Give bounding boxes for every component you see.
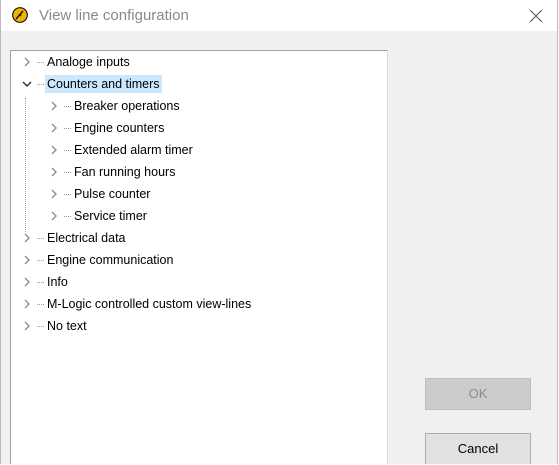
close-icon [529,9,543,23]
chevron-right-icon[interactable] [47,99,61,113]
chevron-right-icon[interactable] [20,297,34,311]
tree-item-label: M-Logic controlled custom view-lines [47,297,252,311]
tree-connector [37,303,44,305]
tree-connector [64,127,71,129]
window-title: View line configuration [39,7,189,24]
tree-connector [64,105,71,107]
tree-item-label: Fan running hours [74,165,176,179]
tree-item-label: Pulse counter [74,187,151,201]
tree-connector [64,149,71,151]
chevron-right-icon[interactable] [47,209,61,223]
tree-item-service-timer[interactable]: Service timer [47,206,149,226]
tree-item-label: Breaker operations [74,99,180,113]
tree-guide-line [25,98,26,232]
tree-connector [37,325,44,327]
tree-connector [37,61,44,63]
tree-item-label: Analoge inputs [47,55,130,69]
tree-item-label: Service timer [74,209,147,223]
chevron-down-icon[interactable] [20,77,34,91]
chevron-right-icon[interactable] [47,121,61,135]
chevron-right-icon[interactable] [20,231,34,245]
tree-item-label: Info [47,275,68,289]
tree-item-extended-alarm-timer[interactable]: Extended alarm timer [47,140,195,160]
tree-item-label: Counters and timers [45,75,162,93]
tree-item-pulse-counter[interactable]: Pulse counter [47,184,152,204]
tree-connector [37,281,44,283]
tree-item-engine-counters[interactable]: Engine counters [47,118,166,138]
tree-item-fan-running-hours[interactable]: Fan running hours [47,162,177,182]
ok-button[interactable]: OK [425,378,531,410]
tree-item-breaker-operations[interactable]: Breaker operations [47,96,182,116]
tree-item-engine-communication[interactable]: Engine communication [20,250,175,270]
chevron-right-icon[interactable] [20,319,34,333]
tree-item-m-logic-custom-view-lines[interactable]: M-Logic controlled custom view-lines [20,294,253,314]
gauge-icon [12,7,28,23]
cancel-button[interactable]: Cancel [425,433,531,464]
tree-connector [37,259,44,261]
tree-item-label: Electrical data [47,231,126,245]
close-button[interactable] [521,2,551,30]
tree-connector [64,193,71,195]
chevron-right-icon[interactable] [20,55,34,69]
tree-connector [37,237,44,239]
tree-item-label: No text [47,319,87,333]
tree-item-counters-and-timers[interactable]: Counters and timers [20,74,162,94]
tree-connector [64,215,71,217]
tree-item-label: Extended alarm timer [74,143,193,157]
tree-item-label: Engine counters [74,121,165,135]
title-bar: View line configuration [1,0,557,31]
tree-item-label: Engine communication [47,253,174,267]
tree-connector [37,83,44,85]
tree-item-electrical-data[interactable]: Electrical data [20,228,128,248]
chevron-right-icon[interactable] [20,253,34,267]
chevron-right-icon[interactable] [47,143,61,157]
tree-item-no-text[interactable]: No text [20,316,89,336]
chevron-right-icon[interactable] [47,187,61,201]
tree-item-info[interactable]: Info [20,272,70,292]
dialog-window: View line configuration Analoge inputs C… [0,0,558,464]
tree-connector [64,171,71,173]
tree-view[interactable]: Analoge inputs Counters and timers Break… [10,50,388,464]
chevron-right-icon[interactable] [20,275,34,289]
tree-item-analoge-inputs[interactable]: Analoge inputs [20,52,132,72]
chevron-right-icon[interactable] [47,165,61,179]
